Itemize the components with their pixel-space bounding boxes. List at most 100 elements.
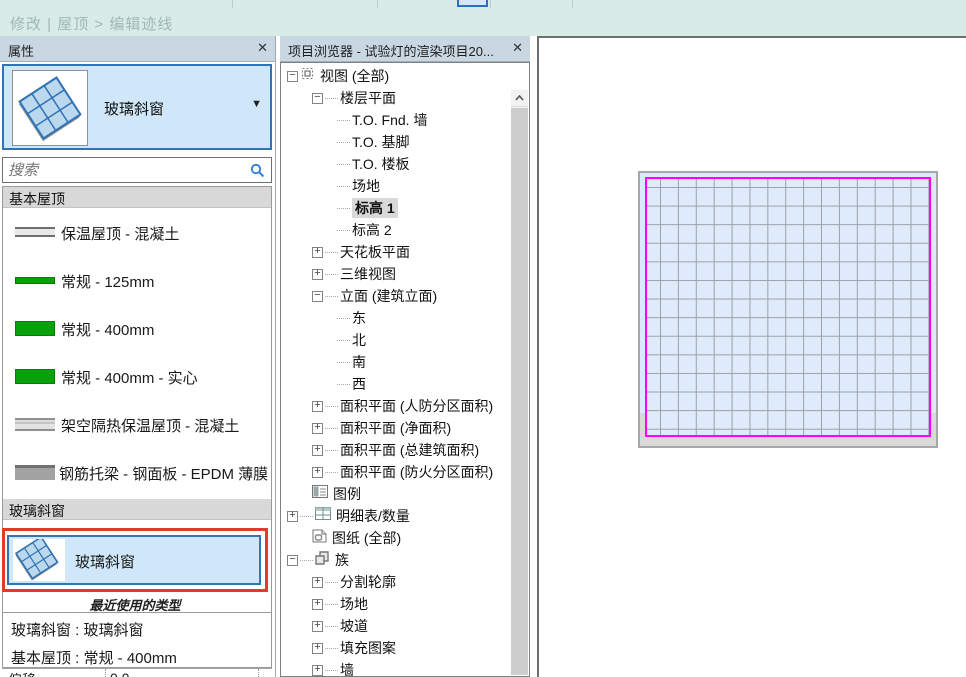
roof-type-swatch (15, 227, 55, 237)
tree-connector (337, 230, 350, 231)
tree-item[interactable]: 北 (281, 329, 510, 351)
recent-type-item[interactable]: 玻璃斜窗 : 玻璃斜窗 (11, 619, 144, 640)
roof-type-swatch (15, 321, 55, 336)
chevron-down-icon[interactable]: ▼ (251, 98, 262, 110)
type-list-item[interactable]: 钢筋托梁 - 钢面板 - EPDM 薄膜 (3, 449, 271, 497)
tree-item[interactable]: 天花板平面 (281, 241, 510, 263)
collapse-icon[interactable] (312, 93, 323, 104)
tree-item[interactable]: 立面 (建筑立面) (281, 285, 510, 307)
expand-icon[interactable] (312, 467, 323, 478)
tree-connector (337, 362, 350, 363)
expand-icon[interactable] (312, 445, 323, 456)
type-list-item[interactable]: 保温屋顶 - 混凝土 (3, 209, 271, 257)
tree-connector (325, 582, 338, 583)
tree-connector (325, 648, 338, 649)
expand-icon[interactable] (287, 511, 298, 522)
expand-icon[interactable] (312, 599, 323, 610)
section-header: 玻璃斜窗 (3, 499, 271, 520)
tree-item[interactable]: 场地 (281, 593, 510, 615)
type-list-item[interactable]: 架空隔热保温屋顶 - 混凝土 (3, 401, 271, 449)
search-icon[interactable] (250, 163, 265, 183)
expand-icon[interactable] (312, 665, 323, 676)
close-icon[interactable]: ✕ (512, 40, 523, 56)
expand-icon[interactable] (312, 423, 323, 434)
glass-slope-window-plan[interactable] (638, 171, 938, 448)
expand-icon[interactable] (312, 247, 323, 258)
collapse-icon[interactable] (287, 555, 298, 566)
roof-type-swatch (15, 277, 55, 284)
grid-divider (258, 669, 259, 677)
roof-type-swatch (15, 369, 55, 384)
tree-item-families[interactable]: 族 (281, 549, 510, 571)
tree-connector (300, 560, 313, 561)
tree-connector (325, 296, 338, 297)
tree-item-legends[interactable]: 图例 (281, 483, 510, 505)
tree-item-current-view[interactable]: 标高 1 (281, 197, 510, 219)
tree-item[interactable]: 东 (281, 307, 510, 329)
tree-item[interactable]: 面积平面 (净面积) (281, 417, 510, 439)
tree-item[interactable]: 场地 (281, 175, 510, 197)
tree-item[interactable]: T.O. 基脚 (281, 131, 510, 153)
tree-connector (325, 450, 338, 451)
tree-item-schedules[interactable]: 明细表/数量 (281, 505, 510, 527)
tree-item[interactable]: 楼层平面 (281, 87, 510, 109)
properties-title: 属性 (8, 41, 34, 60)
tree-item[interactable]: 坡道 (281, 615, 510, 637)
type-item-label: 架空隔热保温屋顶 - 混凝土 (61, 415, 239, 436)
recent-types-list: 玻璃斜窗 : 玻璃斜窗 基本屋顶 : 常规 - 400mm (2, 612, 272, 668)
tree-item[interactable]: 填充图案 (281, 637, 510, 659)
drawing-canvas[interactable] (537, 36, 966, 677)
roof-footprint-sketch[interactable] (645, 177, 931, 437)
param-label: 偏移 (8, 670, 36, 677)
tree-item[interactable]: T.O. Fnd. 墙 (281, 109, 510, 131)
type-list-item[interactable]: 常规 - 125mm (3, 257, 271, 305)
recent-type-item[interactable]: 基本屋顶 : 常规 - 400mm (11, 647, 177, 668)
tree-connector (325, 472, 338, 473)
tree-connector (325, 274, 338, 275)
views-icon (300, 66, 315, 86)
tree-item[interactable]: T.O. 楼板 (281, 153, 510, 175)
tree-item-sheets[interactable]: 图纸 (全部) (281, 527, 510, 549)
scroll-up-icon[interactable] (511, 90, 528, 107)
scrollbar-thumb[interactable] (511, 108, 528, 675)
tree-connector (337, 164, 350, 165)
expand-icon[interactable] (312, 577, 323, 588)
tree-connector (337, 142, 350, 143)
family-icon (315, 551, 330, 570)
active-ribbon-button-fragment[interactable] (457, 0, 488, 7)
type-list-item[interactable]: 常规 - 400mm - 实心 (3, 353, 271, 401)
collapse-icon[interactable] (312, 291, 323, 302)
type-item-label: 常规 - 125mm (61, 271, 154, 292)
scrollbar[interactable] (511, 90, 528, 675)
tree-item-views[interactable]: 视图 (全部) (281, 65, 510, 87)
type-list-item[interactable]: 常规 - 400mm (3, 305, 271, 353)
tree-connector (325, 428, 338, 429)
expand-icon[interactable] (312, 401, 323, 412)
tree-connector (325, 670, 338, 671)
tree-item[interactable]: 面积平面 (人防分区面积) (281, 395, 510, 417)
expand-icon[interactable] (312, 621, 323, 632)
collapse-icon[interactable] (287, 71, 298, 82)
type-item-label: 玻璃斜窗 (75, 551, 135, 572)
tree-item[interactable]: 分割轮廓 (281, 571, 510, 593)
tree-connector (325, 98, 338, 99)
project-browser-title: 项目浏览器 - 试验灯的渲染项目20... (288, 41, 494, 60)
tree-item[interactable]: 墙 (281, 659, 510, 677)
type-selector[interactable]: 玻璃斜窗 ▼ (2, 64, 272, 150)
schedule-icon (315, 507, 331, 525)
param-value[interactable]: 0.0 (110, 670, 129, 677)
tree-connector (337, 208, 350, 209)
tree-item[interactable]: 标高 2 (281, 219, 510, 241)
search-input[interactable] (8, 160, 238, 180)
tree-item[interactable]: 面积平面 (防火分区面积) (281, 461, 510, 483)
tree-item[interactable]: 西 (281, 373, 510, 395)
sheet-icon (312, 529, 327, 548)
expand-icon[interactable] (312, 269, 323, 280)
tree-item[interactable]: 面积平面 (总建筑面积) (281, 439, 510, 461)
tree-connector (325, 626, 338, 627)
close-icon[interactable]: ✕ (257, 40, 268, 56)
tree-item[interactable]: 南 (281, 351, 510, 373)
expand-icon[interactable] (312, 643, 323, 654)
type-list-item-selected[interactable]: 玻璃斜窗 (7, 535, 261, 585)
tree-item[interactable]: 三维视图 (281, 263, 510, 285)
